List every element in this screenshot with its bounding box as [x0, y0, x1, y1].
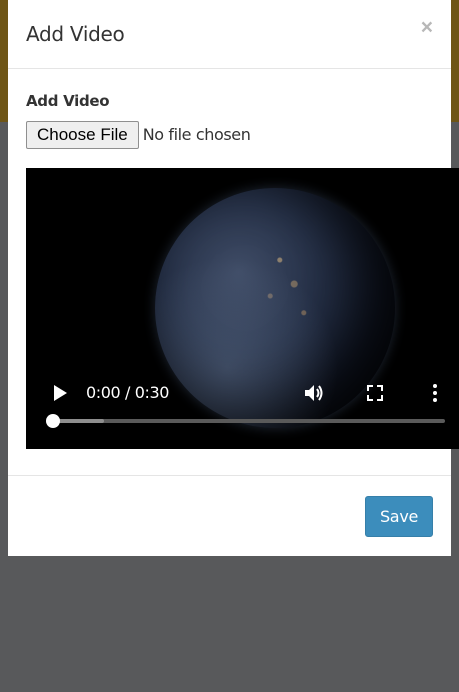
- time-display: 0:00 / 0:30: [86, 383, 170, 402]
- modal-footer: Save: [8, 475, 451, 556]
- volume-icon[interactable]: [302, 382, 326, 404]
- save-button[interactable]: Save: [365, 496, 433, 537]
- video-player[interactable]: 0:00 / 0:30: [26, 168, 459, 449]
- close-button[interactable]: ×: [421, 17, 433, 38]
- file-input: Choose File No file chosen: [26, 120, 251, 149]
- add-video-field-label: Add Video: [26, 92, 110, 110]
- add-video-modal: Add Video × Add Video Choose File No fil…: [8, 0, 459, 556]
- progress-track[interactable]: [53, 419, 445, 423]
- fullscreen-icon[interactable]: [364, 382, 386, 404]
- choose-file-button[interactable]: Choose File: [26, 120, 139, 149]
- play-icon[interactable]: [50, 382, 70, 404]
- more-options-icon[interactable]: [424, 382, 446, 404]
- file-status-text: No file chosen: [142, 125, 251, 144]
- video-controls: 0:00 / 0:30: [26, 373, 459, 413]
- buffered-bar: [53, 419, 104, 423]
- progress-thumb[interactable]: [46, 414, 60, 428]
- modal-title: Add Video: [26, 22, 125, 46]
- modal-header: Add Video ×: [8, 0, 451, 69]
